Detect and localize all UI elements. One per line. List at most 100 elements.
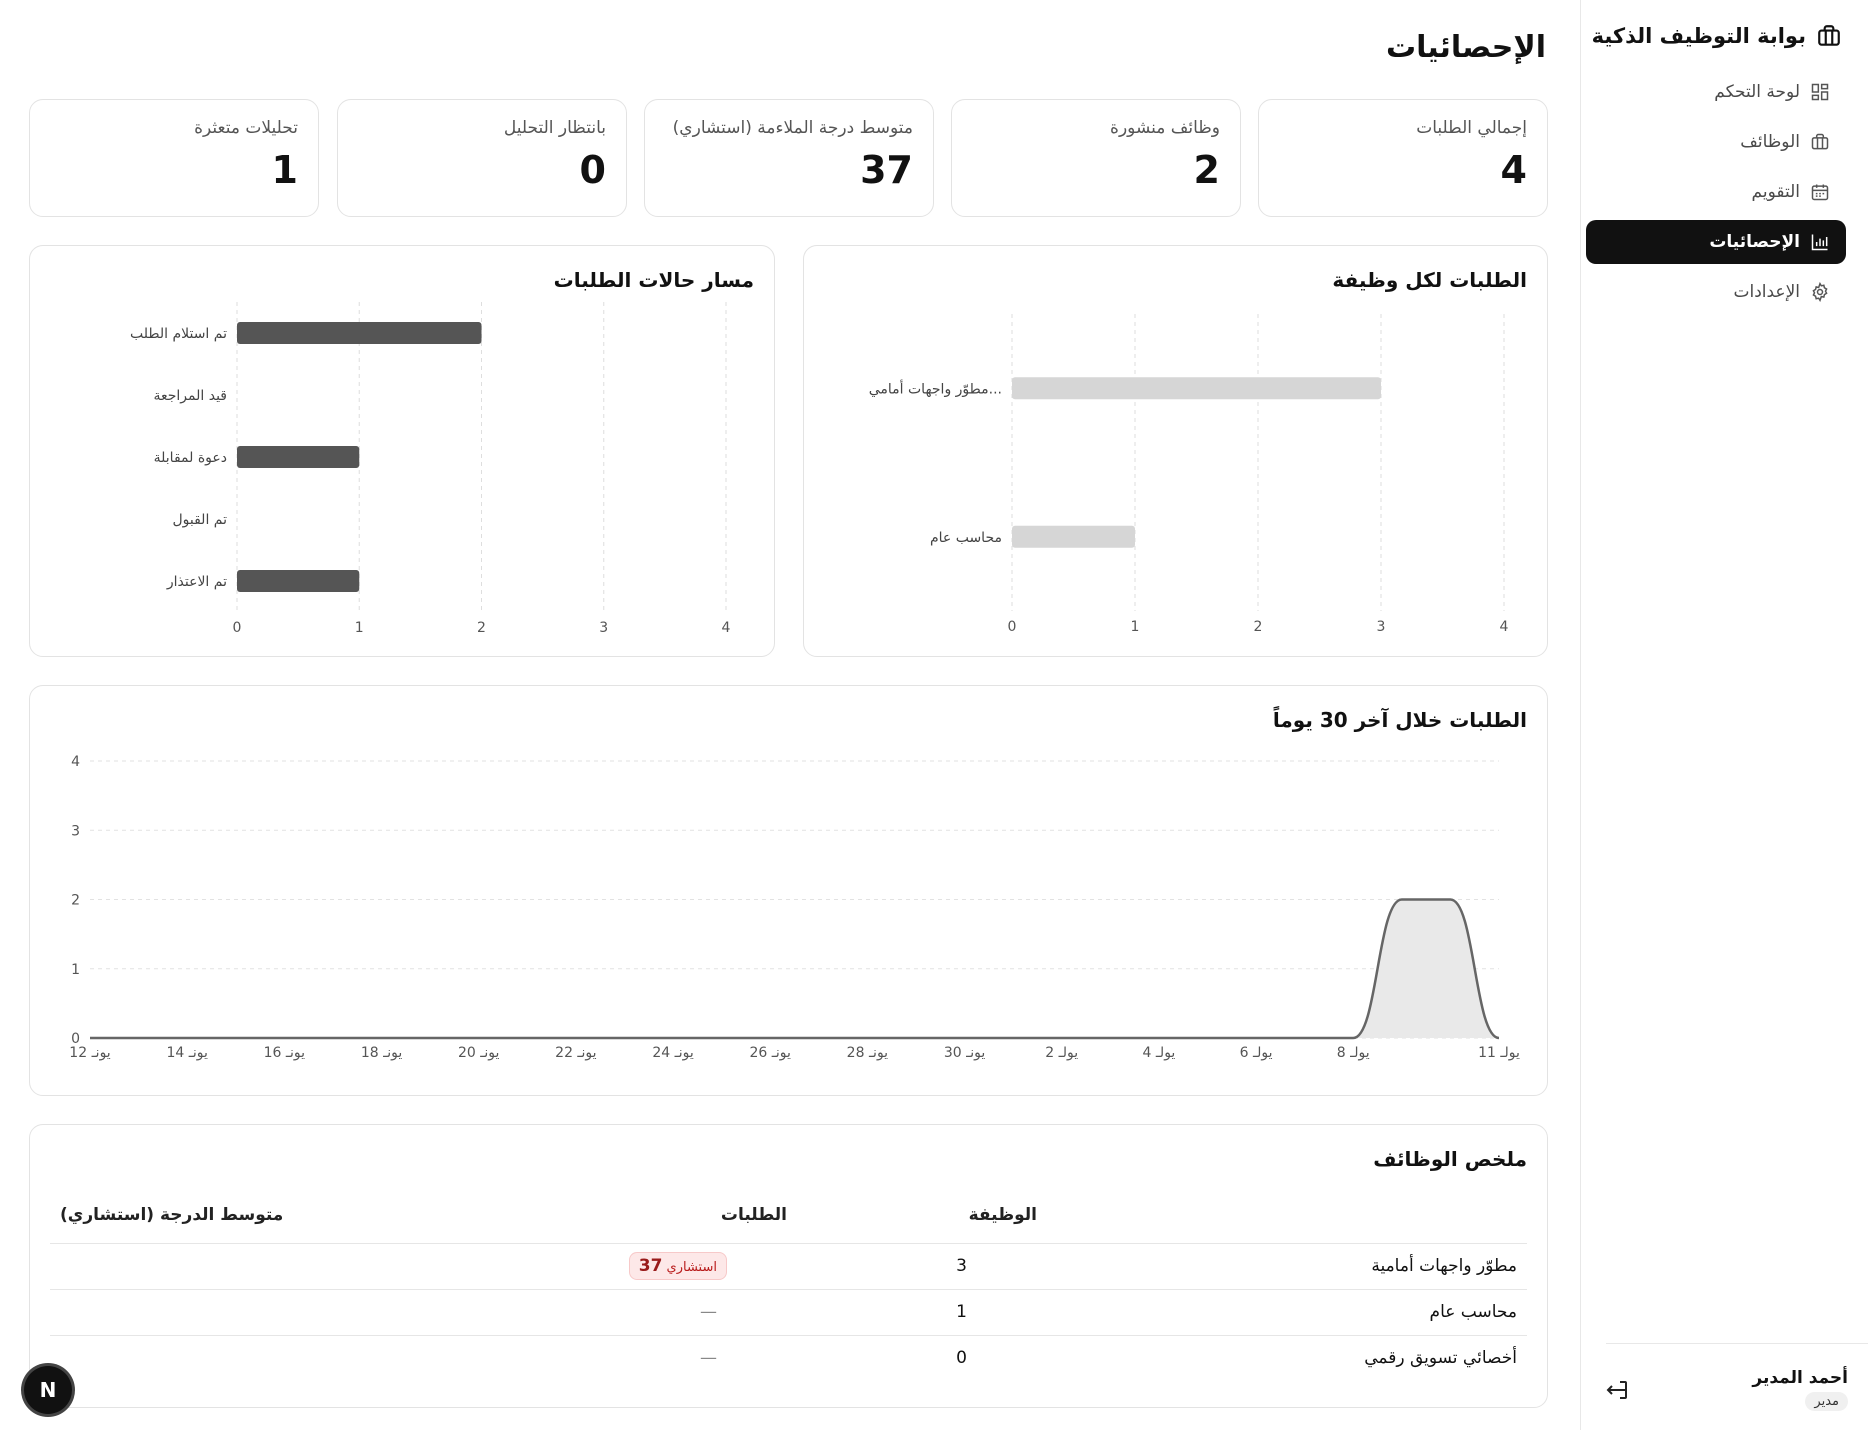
sidebar-item-jobs[interactable]: الوظائف (1586, 120, 1846, 164)
stat-label: متوسط درجة الملاءمة (استشاري) (672, 118, 913, 138)
sidebar: بوابة التوظيف الذكية لوحة التحكم الوظائف… (1580, 0, 1868, 1430)
briefcase-icon (1818, 25, 1840, 46)
stat-value: 2 (1193, 148, 1220, 192)
score-badge: 37 استشاري (628, 1252, 727, 1280)
page-title: الإحصائيات (1386, 30, 1546, 65)
table-row[interactable]: محاسب عام 1 — (50, 1290, 1527, 1334)
header-applications: الطلبات (720, 1205, 787, 1225)
stat-card-total-applications: إجمالي الطلبات 4 (1258, 99, 1548, 217)
stat-value: 1 (271, 148, 298, 192)
stat-value: 0 (579, 148, 606, 192)
x-tick-label: 2 (1254, 619, 1263, 635)
status-pipeline-chart: 0 1 2 3 4 تم استلام الطلب قيد المراجعة دعوة لمق… (130, 302, 731, 636)
header-job: الوظيفة (968, 1205, 1037, 1225)
sidebar-item-statistics[interactable]: الإحصائيات (1586, 220, 1846, 264)
x-tick-label: يونـ 28 (847, 1045, 889, 1061)
cell-applications: 3 (956, 1256, 967, 1276)
table-row[interactable]: أخصائي تسويق رقمي 0 — (50, 1336, 1527, 1380)
x-tick-label: يونـ 18 (361, 1045, 403, 1061)
x-tick-label: 4 (722, 620, 731, 636)
brand[interactable]: بوابة التوظيف الذكية (1592, 20, 1842, 52)
x-tick-label: 0 (1008, 619, 1017, 635)
x-tick-label: يونـ 30 (944, 1045, 986, 1061)
applications-per-job-chart: 0 1 2 3 4 مطوّر واجهات أمامي... محاسب عام (869, 314, 1509, 635)
x-tick-label: يولـ 11 (1478, 1045, 1520, 1061)
x-tick-label: يونـ 22 (555, 1045, 597, 1061)
x-tick-label: يولـ 6 (1240, 1045, 1273, 1061)
sidebar-item-label: لوحة التحكم (1714, 82, 1800, 102)
last-30-days-chart: 01234يونـ 12 يونـ 14 يونـ 16 يونـ 18 يونـ 20… (69, 754, 1520, 1061)
category-label: دعوة لمقابلة (154, 450, 227, 466)
bar-chart-icon (1811, 234, 1828, 251)
stat-value: 37 (860, 148, 913, 192)
stat-label: تحليلات متعثرة (194, 118, 298, 138)
sidebar-item-label: الإحصائيات (1709, 232, 1800, 252)
bar (237, 446, 360, 468)
y-tick-label: 3 (71, 823, 80, 839)
job-summary-table: الوظيفة الطلبات متوسط الدرجة (استشاري) م… (50, 1195, 1527, 1395)
x-tick-label: يولـ 8 (1337, 1045, 1370, 1061)
job-summary-card: ملخص الوظائف الوظيفة الطلبات متوسط الدرج… (29, 1124, 1548, 1408)
cell-job: مطوّر واجهات أمامية (1371, 1256, 1517, 1276)
sidebar-item-dashboard[interactable]: لوحة التحكم (1586, 70, 1846, 114)
score-value: 37 (638, 1256, 663, 1276)
x-tick-label: يونـ 12 (69, 1045, 111, 1061)
stat-label: وظائف منشورة (1110, 118, 1220, 138)
summary-title: ملخص الوظائف (1373, 1147, 1527, 1171)
gear-icon (1812, 282, 1828, 302)
stat-card-failed-analyses: تحليلات متعثرة 1 (29, 99, 319, 217)
x-tick-label: يونـ 16 (264, 1045, 306, 1061)
cell-job: أخصائي تسويق رقمي (1364, 1348, 1517, 1368)
category-label: محاسب عام (930, 530, 1002, 546)
chart-card-status-pipeline: مسار حالات الطلبات 0 1 2 3 4 تم استلام الطلب ق… (29, 245, 775, 657)
category-label: تم القبول (172, 512, 227, 528)
y-tick-label: 2 (71, 893, 80, 909)
stat-value: 4 (1500, 148, 1527, 192)
dev-tools-button[interactable]: N (24, 1366, 72, 1414)
chart-card-applications-per-job: الطلبات لكل وظيفة 0 1 2 3 4 مطوّر واجهات أمام… (803, 245, 1548, 657)
bar (237, 322, 482, 344)
x-tick-label: يونـ 24 (652, 1045, 694, 1061)
briefcase-icon (1811, 133, 1829, 150)
category-label: تم استلام الطلب (130, 326, 227, 342)
user-name: أحمد المدير (1752, 1368, 1848, 1388)
bar (237, 570, 360, 592)
cell-score: — (700, 1348, 717, 1368)
user-role-badge: مدير (1805, 1392, 1848, 1411)
dashboard-icon (1811, 83, 1829, 101)
y-tick-label: 4 (71, 754, 80, 770)
x-tick-label: 3 (1377, 619, 1386, 635)
score-tag: استشاري (666, 1260, 717, 1275)
cell-job: محاسب عام (1429, 1302, 1517, 1322)
cell-applications: 1 (956, 1302, 967, 1322)
x-tick-label: 4 (1500, 619, 1509, 635)
cell-score: — (700, 1302, 717, 1322)
stat-label: بانتظار التحليل (503, 118, 606, 138)
cell-applications: 0 (956, 1348, 967, 1368)
x-tick-label: 0 (233, 620, 242, 636)
sidebar-item-label: التقويم (1751, 182, 1800, 202)
x-tick-label: يونـ 20 (458, 1045, 500, 1061)
category-label: مطوّر واجهات أمامي... (869, 379, 1002, 397)
stat-card-pending-analysis: بانتظار التحليل 0 (337, 99, 627, 217)
sidebar-item-calendar[interactable]: التقويم (1586, 170, 1846, 214)
sidebar-item-label: الإعدادات (1733, 282, 1800, 302)
x-tick-label: يولـ 4 (1142, 1045, 1175, 1061)
logout-icon[interactable] (1606, 1378, 1630, 1402)
sidebar-item-label: الوظائف (1740, 132, 1800, 152)
x-tick-label: يولـ 2 (1045, 1045, 1078, 1061)
sidebar-item-settings[interactable]: الإعدادات (1586, 270, 1846, 314)
category-label: تم الاعتذار (166, 574, 227, 590)
chart-card-last-30-days: الطلبات خلال آخر 30 يوماً 0 1 2 3 4 يونـ 12 يو… (29, 685, 1548, 1096)
stat-label: إجمالي الطلبات (1416, 118, 1527, 138)
x-tick-label: يونـ 26 (750, 1045, 792, 1061)
brand-name: بوابة التوظيف الذكية (1591, 24, 1806, 48)
y-tick-label: 1 (71, 962, 80, 978)
bar (1012, 377, 1381, 400)
calendar-icon (1811, 184, 1829, 201)
x-tick-label: يونـ 14 (166, 1045, 208, 1061)
table-row[interactable]: مطوّر واجهات أمامية 3 37 استشاري (50, 1244, 1527, 1288)
category-label: قيد المراجعة (154, 388, 228, 404)
x-tick-label: 2 (477, 620, 486, 636)
bar (1012, 525, 1135, 548)
